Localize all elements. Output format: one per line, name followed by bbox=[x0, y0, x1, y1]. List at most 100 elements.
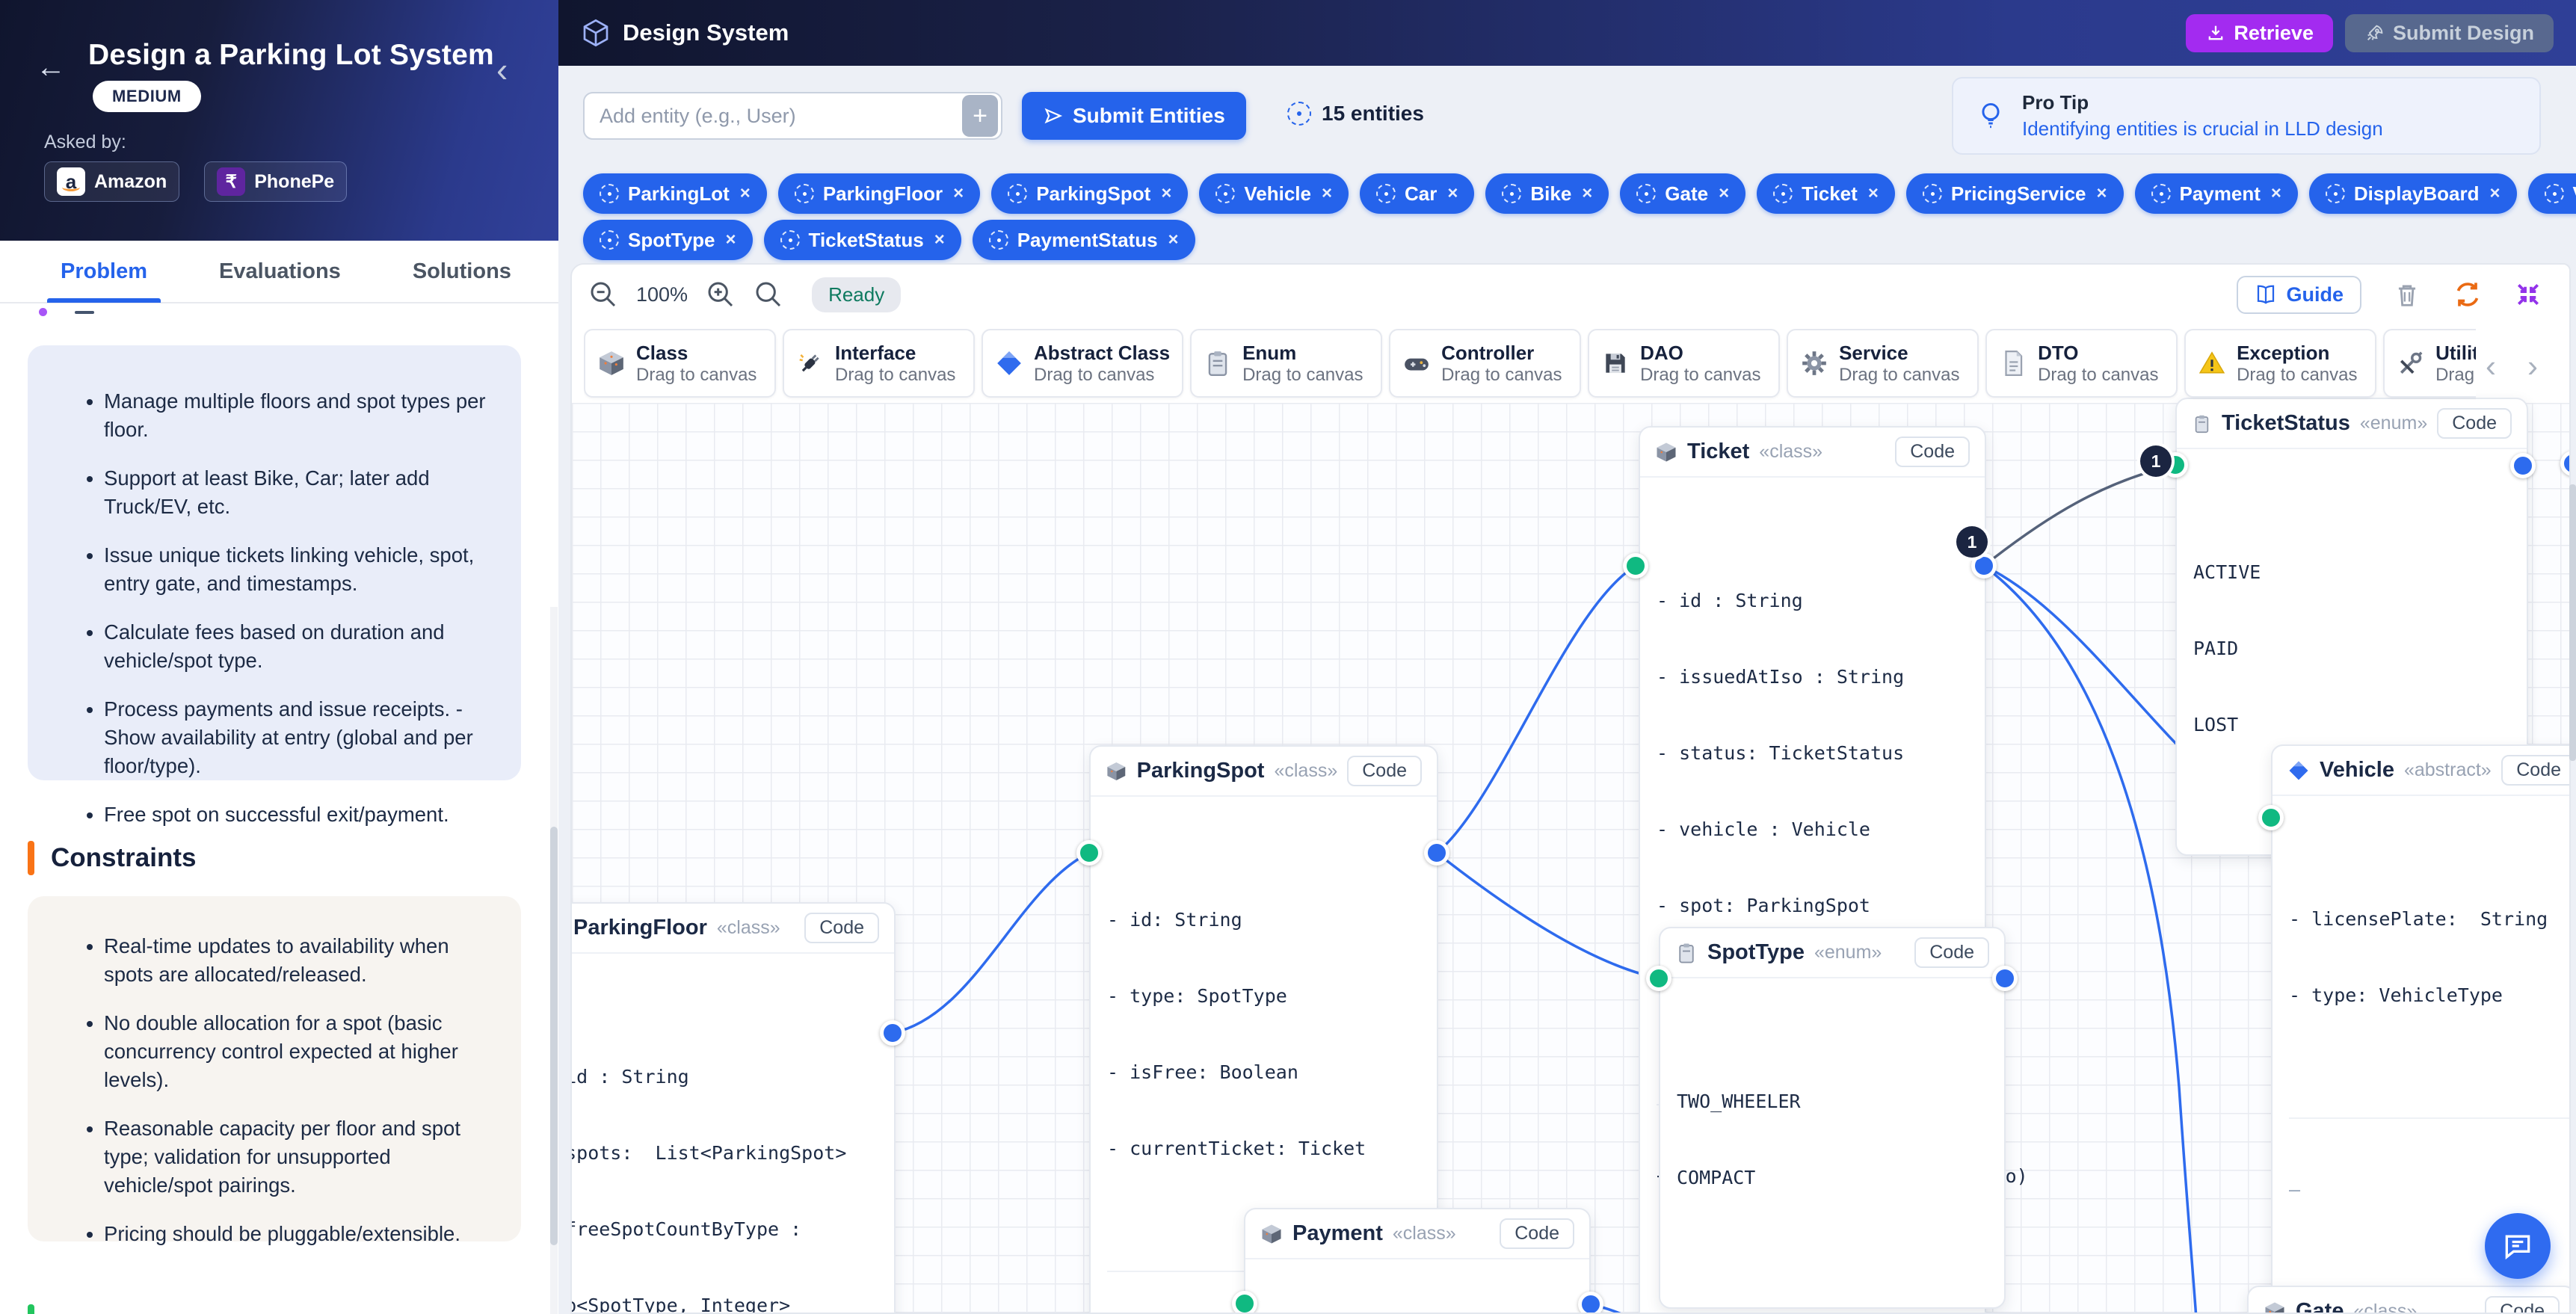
code-button[interactable]: Code bbox=[804, 913, 879, 943]
entity-chip-parkinglot[interactable]: ParkingLot × bbox=[583, 173, 767, 214]
connection-dot-spottype-left[interactable] bbox=[1646, 966, 1671, 991]
entity-chip-ticket[interactable]: Ticket× bbox=[1757, 173, 1895, 214]
uml-attr: - currentTicket: Ticket bbox=[1107, 1136, 1420, 1162]
palette-item-service[interactable]: ServiceDrag to canvas bbox=[1787, 329, 1979, 398]
code-button[interactable]: Code bbox=[2501, 755, 2571, 786]
entity-chip-gate[interactable]: Gate× bbox=[1620, 173, 1745, 214]
remove-chip-icon[interactable]: × bbox=[726, 229, 736, 250]
entity-chip-paymentstatus[interactable]: PaymentStatus× bbox=[973, 220, 1195, 260]
edge-ticket-ticketstatus[interactable] bbox=[1984, 465, 2175, 566]
entity-chip-parkingspot[interactable]: ParkingSpot× bbox=[991, 173, 1188, 214]
submit-design-button[interactable]: Submit Design bbox=[2345, 14, 2554, 52]
palette-prev-icon[interactable]: ‹ bbox=[2486, 348, 2496, 384]
connection-dot-spottype-right[interactable] bbox=[1992, 966, 2018, 991]
zoom-in-icon[interactable] bbox=[706, 280, 736, 309]
connection-dot-payment-right[interactable] bbox=[1578, 1292, 1603, 1314]
connection-dot-vehicle-left[interactable] bbox=[2258, 805, 2284, 830]
entity-icon bbox=[780, 230, 800, 250]
uml-box-gate[interactable]: Gate «class» Code bbox=[2247, 1286, 2571, 1314]
remove-chip-icon[interactable]: × bbox=[1322, 183, 1332, 204]
zoom-out-icon[interactable] bbox=[588, 280, 618, 309]
entity-chip-displayboard[interactable]: DisplayBoard× bbox=[2309, 173, 2517, 214]
chip-label: Vehicle bbox=[1244, 182, 1311, 206]
search-icon[interactable] bbox=[754, 280, 783, 309]
remove-chip-icon[interactable]: × bbox=[1868, 183, 1879, 204]
class-cube-icon bbox=[1260, 1223, 1283, 1245]
edge-parkingspot-ticket[interactable] bbox=[1437, 566, 1636, 853]
remove-chip-icon[interactable]: × bbox=[934, 229, 945, 250]
tab-label: Problem bbox=[61, 259, 147, 284]
edge-parkingfloor-parkingspot[interactable] bbox=[893, 853, 1089, 1033]
entity-chip-bike[interactable]: Bike× bbox=[1485, 173, 1609, 214]
tab-evaluations[interactable]: Evaluations bbox=[219, 240, 341, 303]
sidebar-collapse-icon[interactable]: ‹ bbox=[496, 49, 508, 90]
entity-chip-pricingservice[interactable]: PricingService× bbox=[1906, 173, 2124, 214]
palette-item-dto[interactable]: DTODrag to canvas bbox=[1985, 329, 2178, 398]
page-scrollbar-thumb[interactable] bbox=[2569, 484, 2576, 761]
palette-item-interface[interactable]: InterfaceDrag to canvas bbox=[783, 329, 975, 398]
edge-ticket-gate[interactable] bbox=[1984, 566, 2196, 1314]
code-button[interactable]: Code bbox=[1895, 437, 1970, 467]
retrieve-button[interactable]: Retrieve bbox=[2186, 14, 2333, 52]
code-button[interactable]: Code bbox=[2437, 408, 2512, 439]
chip-label: ParkingLot bbox=[628, 182, 730, 206]
sidebar-scrollbar-thumb[interactable] bbox=[550, 827, 558, 1245]
back-icon[interactable]: ← bbox=[36, 51, 66, 84]
connection-dot-ticket-left[interactable] bbox=[1623, 553, 1648, 579]
bullet-item: Process payments and issue receipts. - S… bbox=[104, 695, 494, 780]
trash-icon[interactable] bbox=[2393, 280, 2421, 309]
palette-item-exception[interactable]: ExceptionDrag to canvas bbox=[2184, 329, 2376, 398]
add-entity-button[interactable]: + bbox=[962, 95, 998, 137]
connection-dot-payment-left[interactable] bbox=[1232, 1291, 1257, 1314]
remove-chip-icon[interactable]: × bbox=[1168, 229, 1179, 250]
entity-chip-ticketstatus[interactable]: TicketStatus× bbox=[764, 220, 961, 260]
guide-button[interactable]: Guide bbox=[2237, 276, 2361, 314]
uml-title: Gate bbox=[2296, 1299, 2344, 1314]
palette-item-abstract-class[interactable]: Abstract ClassDrag to canvas bbox=[982, 329, 1183, 398]
refresh-icon[interactable] bbox=[2453, 280, 2483, 309]
connection-dot-parkingfloor-right[interactable] bbox=[880, 1020, 905, 1046]
chat-fab-button[interactable] bbox=[2485, 1213, 2551, 1279]
entity-chip-spottype[interactable]: SpotType× bbox=[583, 220, 753, 260]
code-button[interactable]: Code bbox=[2485, 1296, 2560, 1314]
palette-item-enum[interactable]: EnumDrag to canvas bbox=[1190, 329, 1382, 398]
collapse-canvas-icon[interactable] bbox=[2514, 280, 2542, 309]
remove-chip-icon[interactable]: × bbox=[740, 183, 751, 204]
code-button[interactable]: Code bbox=[1347, 756, 1422, 786]
palette-item-controller[interactable]: ControllerDrag to canvas bbox=[1389, 329, 1581, 398]
edge-parkingspot-spottype[interactable] bbox=[1437, 853, 1659, 978]
remove-chip-icon[interactable]: × bbox=[1161, 183, 1171, 204]
remove-chip-icon[interactable]: × bbox=[2271, 183, 2281, 204]
remove-chip-icon[interactable]: × bbox=[1719, 183, 1729, 204]
entity-chip-vehicle[interactable]: Vehicle × bbox=[1199, 173, 1349, 214]
connection-dot-parkingspot-right[interactable] bbox=[1424, 840, 1449, 866]
tab-problem[interactable]: Problem bbox=[61, 240, 147, 303]
remove-chip-icon[interactable]: × bbox=[1447, 183, 1458, 204]
entity-chip-car[interactable]: Car× bbox=[1360, 173, 1474, 214]
connection-dot-parkingspot-left[interactable] bbox=[1076, 840, 1102, 866]
uml-stereotype: «class» bbox=[2353, 1301, 2417, 1314]
connection-dot-ticketstatus-right[interactable] bbox=[2510, 453, 2536, 478]
remove-chip-icon[interactable]: × bbox=[2490, 183, 2500, 204]
palette-item-class[interactable]: ClassDrag to canvas bbox=[584, 329, 776, 398]
uml-box-spottype[interactable]: SpotType «enum» Code TWO_WHEELER COMPACT bbox=[1659, 927, 2006, 1309]
tab-solutions[interactable]: Solutions bbox=[413, 240, 511, 303]
uml-box-payment[interactable]: Payment «class» Code - id : String - sta… bbox=[1244, 1208, 1591, 1314]
entity-chip-vehicletype[interactable]: VehicleType× bbox=[2528, 173, 2576, 214]
palette-item-utility[interactable]: UtilityDrag to canvas bbox=[2383, 329, 2476, 398]
code-button[interactable]: Code bbox=[1500, 1218, 1574, 1249]
submit-entities-button[interactable]: Submit Entities bbox=[1022, 92, 1246, 140]
add-entity-input[interactable] bbox=[585, 105, 962, 128]
pro-tip-text: Identifying entities is crucial in LLD d… bbox=[2022, 117, 2383, 141]
entity-chip-parkingfloor[interactable]: ParkingFloor× bbox=[778, 173, 980, 214]
constraints-bullet-list: Real-time updates to availability when s… bbox=[28, 896, 521, 1283]
uml-box-parkingfloor[interactable]: ParkingFloor «class» Code - id : String … bbox=[570, 902, 896, 1314]
entity-chip-payment[interactable]: Payment× bbox=[2135, 173, 2298, 214]
tab-label: Solutions bbox=[413, 259, 511, 284]
remove-chip-icon[interactable]: × bbox=[1582, 183, 1592, 204]
palette-next-icon[interactable]: › bbox=[2527, 348, 2538, 384]
palette-item-dao[interactable]: DAODrag to canvas bbox=[1588, 329, 1780, 398]
remove-chip-icon[interactable]: × bbox=[953, 183, 964, 204]
code-button[interactable]: Code bbox=[1914, 937, 1989, 968]
remove-chip-icon[interactable]: × bbox=[2096, 183, 2107, 204]
